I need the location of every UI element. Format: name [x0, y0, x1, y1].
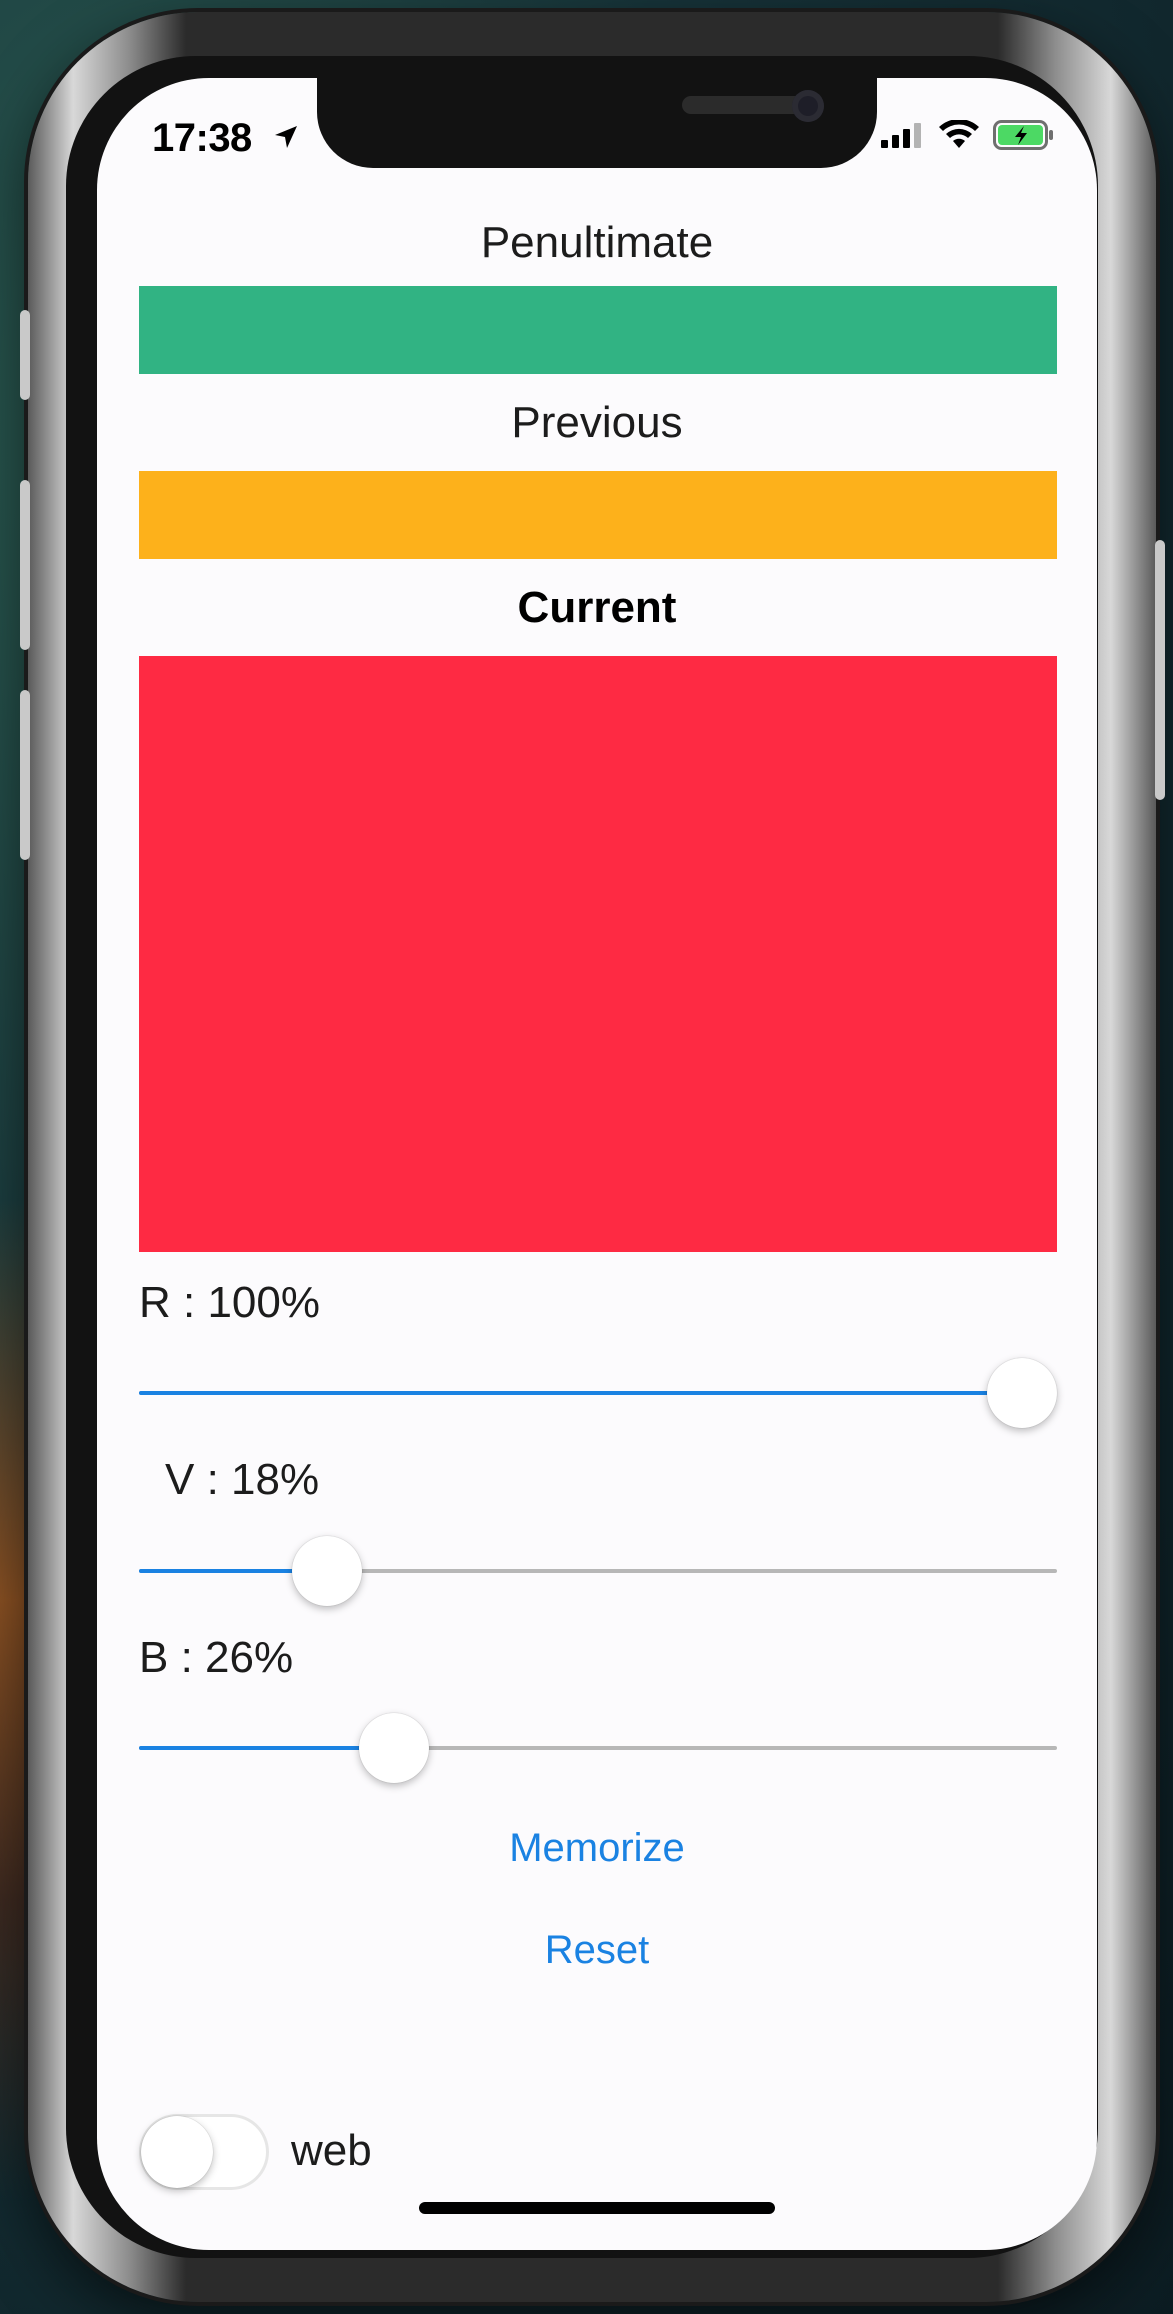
- blue-slider-fill: [139, 1746, 395, 1750]
- current-swatch: [139, 656, 1057, 1252]
- red-slider-thumb[interactable]: [987, 1358, 1057, 1428]
- blue-slider[interactable]: [139, 1713, 1057, 1783]
- green-slider-thumb[interactable]: [291, 1536, 362, 1606]
- volume-up-button: [20, 480, 30, 650]
- battery-charging-icon: [993, 120, 1053, 150]
- web-toggle[interactable]: [139, 2114, 269, 2190]
- penultimate-swatch: [139, 286, 1057, 374]
- green-slider[interactable]: [139, 1536, 1057, 1606]
- previous-label: Previous: [511, 398, 683, 447]
- web-toggle-knob[interactable]: [141, 2116, 213, 2188]
- status-time: 17:38: [152, 116, 252, 160]
- location-arrow-icon: [275, 126, 297, 148]
- red-slider-label: R : 100%: [139, 1278, 320, 1327]
- front-camera: [792, 90, 824, 122]
- web-toggle-label: web: [291, 2126, 372, 2175]
- memorize-button[interactable]: Memorize: [97, 1826, 1097, 1871]
- red-slider-fill: [139, 1391, 1022, 1395]
- green-slider-label: V : 18%: [165, 1455, 320, 1504]
- home-indicator[interactable]: [419, 2202, 775, 2214]
- power-button: [1155, 540, 1165, 800]
- blue-slider-label: B : 26%: [139, 1633, 294, 1682]
- notch: [317, 78, 877, 168]
- blue-slider-thumb[interactable]: [359, 1713, 430, 1783]
- penultimate-label: Penultimate: [480, 218, 714, 267]
- volume-down-button: [20, 690, 30, 860]
- previous-swatch: [139, 471, 1057, 559]
- red-slider[interactable]: [139, 1358, 1057, 1428]
- cellular-signal-icon: [881, 123, 921, 148]
- current-label: Current: [517, 583, 677, 632]
- silent-switch: [20, 310, 30, 400]
- app-screen: 17:38 Penultimate Previous Current R : 1…: [97, 78, 1097, 2250]
- status-icons: [881, 120, 1055, 150]
- reset-button[interactable]: Reset: [97, 1928, 1097, 1973]
- wifi-icon: [939, 120, 979, 148]
